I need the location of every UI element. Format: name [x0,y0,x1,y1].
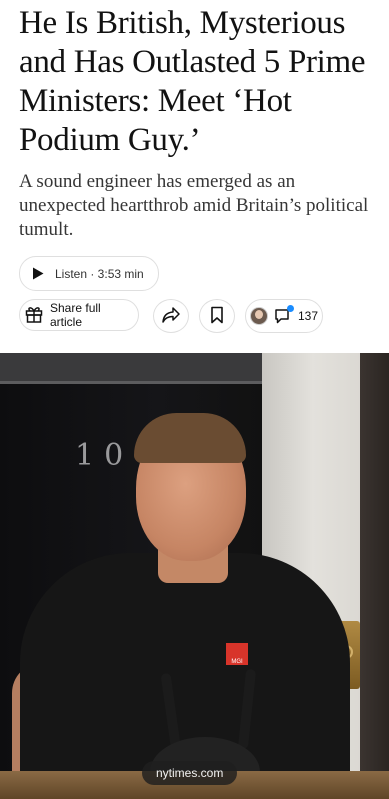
photo-door-frame [0,353,262,384]
share-full-article-label: Share full article [50,301,101,329]
save-button[interactable] [199,299,235,333]
article-photo: 10 MGI [0,353,389,799]
browser-url-pill[interactable]: nytimes.com [142,761,238,785]
comment-bubble-icon [274,305,294,325]
article-headline: He Is British, Mysterious and Has Outlas… [19,5,366,158]
door-number: 10 [75,438,134,473]
commenter-avatar [249,307,268,325]
shirt-badge: MGI [226,643,248,665]
listen-button[interactable]: Listen · 3:53 min [19,256,159,291]
comments-button[interactable]: 137 [245,299,323,333]
article-summary: A sound engineer has emerged as an unexp… [19,171,369,240]
notification-dot [286,305,294,312]
listen-label: Listen · 3:53 min [55,266,144,281]
photo-wall-edge [360,353,389,799]
share-full-article-button[interactable]: Share full article [19,299,139,331]
comments-count: 137 [297,309,319,323]
gift-icon [24,304,44,327]
play-icon [30,266,46,282]
share-button[interactable] [153,299,189,333]
bookmark-icon [210,306,224,327]
share-arrow-icon [161,306,181,327]
